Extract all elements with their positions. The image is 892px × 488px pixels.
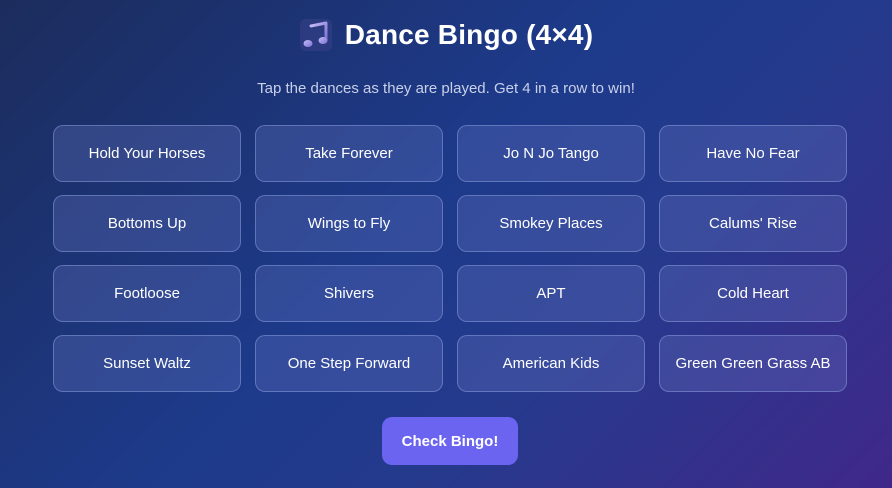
bingo-cell[interactable]: Green Green Grass AB <box>659 335 847 392</box>
bingo-cell[interactable]: Sunset Waltz <box>53 335 241 392</box>
bingo-cell[interactable]: Smokey Places <box>457 195 645 252</box>
instructions-text: Tap the dances as they are played. Get 4… <box>257 80 635 97</box>
bingo-cell[interactable]: Wings to Fly <box>255 195 443 252</box>
page-title: Dance Bingo (4×4) <box>344 19 594 50</box>
bingo-cell[interactable]: Have No Fear <box>659 125 847 182</box>
header: Dance Bingo (4×4) <box>0 18 892 52</box>
bingo-cell[interactable]: Calums' Rise <box>659 195 847 252</box>
bingo-board: Hold Your Horses Take Forever Jo N Jo Ta… <box>53 125 847 392</box>
bingo-cell[interactable]: APT <box>457 265 645 322</box>
bingo-cell[interactable]: Hold Your Horses <box>53 125 241 182</box>
music-note-icon <box>299 19 332 51</box>
bingo-cell[interactable]: Cold Heart <box>659 265 847 322</box>
bingo-cell[interactable]: Jo N Jo Tango <box>457 125 645 182</box>
bingo-cell[interactable]: Take Forever <box>255 125 443 182</box>
bingo-cell[interactable]: One Step Forward <box>255 335 443 392</box>
bingo-cell[interactable]: Shivers <box>255 265 443 322</box>
bingo-cell[interactable]: Bottoms Up <box>53 195 241 252</box>
bingo-cell[interactable]: American Kids <box>457 335 645 392</box>
bingo-cell[interactable]: Footloose <box>53 265 241 322</box>
check-bingo-button[interactable]: Check Bingo! <box>382 417 518 465</box>
